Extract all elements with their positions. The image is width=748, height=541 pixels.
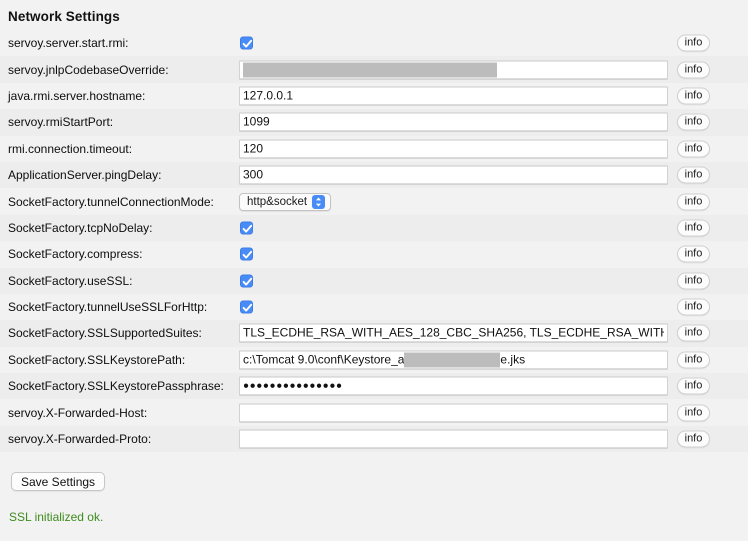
info-button[interactable]: info: [677, 140, 710, 158]
info-button[interactable]: info: [677, 272, 710, 290]
setting-label: servoy.jnlpCodebaseOverride:: [8, 62, 169, 77]
settings-row: servoy.rmiStartPort: 1099 info: [0, 109, 748, 136]
setting-label: servoy.X-Forwarded-Proto:: [8, 432, 152, 447]
setting-checkbox[interactable]: [240, 300, 253, 314]
status-message: SSL initialized ok.: [9, 510, 104, 524]
settings-row: SocketFactory.SSLKeystorePassphrase: ●●●●…: [0, 373, 748, 400]
setting-value: 127.0.0.1: [243, 88, 294, 103]
setting-checkbox[interactable]: [240, 36, 253, 50]
setting-text-input[interactable]: [239, 403, 668, 423]
setting-text-input[interactable]: c:\Tomcat 9.0\conf\Keystore_a e.jks: [239, 350, 668, 370]
path-suffix: e.jks: [500, 352, 526, 367]
setting-control: TLS_ECDHE_RSA_WITH_AES_128_CBC_SHA256, T…: [239, 323, 668, 343]
setting-control: [239, 403, 668, 423]
settings-row: java.rmi.server.hostname: 127.0.0.1 info: [0, 83, 748, 109]
setting-text-input[interactable]: 120: [239, 139, 668, 159]
setting-control: 1099: [239, 112, 668, 132]
setting-label: SocketFactory.SSLSupportedSuites:: [8, 326, 202, 341]
redaction-bar: [243, 62, 497, 78]
setting-checkbox[interactable]: [240, 221, 253, 235]
settings-row: rmi.connection.timeout: 120 info: [0, 136, 748, 162]
info-button[interactable]: info: [677, 61, 710, 79]
tunnel-connection-mode-select[interactable]: http&socket: [239, 192, 331, 211]
info-button[interactable]: info: [677, 87, 710, 105]
settings-row: servoy.server.start.rmi: info: [0, 30, 748, 56]
setting-label: rmi.connection.timeout:: [8, 141, 133, 156]
setting-control: 300: [239, 165, 668, 185]
save-settings-button[interactable]: Save Settings: [11, 472, 106, 491]
info-button[interactable]: info: [677, 34, 710, 52]
setting-value: ●●●●●●●●●●●●●●●: [243, 380, 343, 392]
setting-checkbox[interactable]: [240, 247, 253, 261]
settings-row: SocketFactory.tunnelUseSSLForHttp: info: [0, 294, 748, 320]
setting-label: SocketFactory.useSSL:: [8, 273, 133, 288]
path-prefix: c:\Tomcat 9.0\conf\Keystore_a: [243, 352, 405, 367]
setting-text-input[interactable]: [239, 60, 668, 80]
setting-label: ApplicationServer.pingDelay:: [8, 168, 162, 183]
setting-label: SocketFactory.compress:: [8, 247, 143, 262]
settings-form: servoy.server.start.rmi: info servoy.jnlpC…: [0, 30, 748, 453]
setting-control: ●●●●●●●●●●●●●●●: [239, 376, 668, 396]
network-settings-page: Network Settings servoy.server.start.rmi…: [0, 0, 748, 541]
setting-label: servoy.server.start.rmi:: [8, 36, 129, 51]
info-button[interactable]: info: [677, 298, 710, 316]
setting-control: [239, 60, 668, 80]
setting-label: SocketFactory.SSLKeystorePath:: [8, 352, 186, 367]
setting-control: c:\Tomcat 9.0\conf\Keystore_a e.jks: [239, 350, 668, 370]
setting-value: 120: [243, 141, 264, 156]
setting-label: SocketFactory.tcpNoDelay:: [8, 220, 153, 235]
info-button[interactable]: info: [677, 404, 710, 422]
setting-value: TLS_ECDHE_RSA_WITH_AES_128_CBC_SHA256, T…: [243, 325, 664, 340]
setting-control: [239, 36, 668, 50]
chevron-updown-icon: [312, 194, 326, 209]
settings-row: SocketFactory.compress: info: [0, 241, 748, 267]
setting-control: [239, 429, 668, 449]
select-value: http&socket: [247, 195, 308, 208]
settings-row: servoy.X-Forwarded-Host: info: [0, 399, 748, 425]
setting-label: servoy.X-Forwarded-Host:: [8, 405, 148, 420]
settings-row: SocketFactory.tcpNoDelay: info: [0, 214, 748, 242]
setting-label: java.rmi.server.hostname:: [8, 88, 146, 103]
info-button[interactable]: info: [677, 113, 710, 131]
setting-text-input[interactable]: [239, 429, 668, 449]
setting-checkbox[interactable]: [240, 274, 253, 288]
info-button[interactable]: info: [677, 351, 710, 369]
setting-control: [239, 274, 668, 288]
setting-control: http&socket: [239, 192, 668, 211]
setting-label: SocketFactory.SSLKeystorePassphrase:: [8, 379, 224, 394]
setting-text-input[interactable]: 127.0.0.1: [239, 86, 668, 106]
info-button[interactable]: info: [677, 245, 710, 263]
setting-control: [239, 247, 668, 261]
setting-control: [239, 300, 668, 314]
info-button[interactable]: info: [677, 166, 710, 184]
info-button[interactable]: info: [677, 324, 710, 342]
settings-row: SocketFactory.useSSL: info: [0, 267, 748, 294]
info-button[interactable]: info: [677, 193, 710, 211]
setting-control: 120: [239, 139, 668, 159]
settings-row: ApplicationServer.pingDelay: 300 info: [0, 161, 748, 189]
page-title: Network Settings: [8, 9, 120, 24]
setting-control: 127.0.0.1: [239, 86, 668, 106]
info-button[interactable]: info: [677, 219, 710, 237]
setting-value: 300: [243, 167, 264, 182]
setting-label: servoy.rmiStartPort:: [8, 115, 114, 130]
setting-text-input[interactable]: 300: [239, 165, 668, 185]
settings-row: servoy.X-Forwarded-Proto: info: [0, 425, 748, 453]
redaction-bar: [404, 352, 501, 368]
setting-text-input[interactable]: 1099: [239, 112, 668, 132]
setting-text-input[interactable]: TLS_ECDHE_RSA_WITH_AES_128_CBC_SHA256, T…: [239, 323, 668, 343]
settings-row: SocketFactory.SSLSupportedSuites: TLS_ECD…: [0, 320, 748, 347]
settings-row: SocketFactory.SSLKeystorePath: c:\Tomcat …: [0, 347, 748, 373]
setting-control: [239, 221, 668, 235]
info-button[interactable]: info: [677, 377, 710, 395]
setting-label: SocketFactory.tunnelConnectionMode:: [8, 194, 214, 209]
info-button[interactable]: info: [677, 430, 710, 448]
setting-value: 1099: [243, 114, 270, 129]
setting-text-input[interactable]: ●●●●●●●●●●●●●●●: [239, 376, 668, 396]
settings-row: servoy.jnlpCodebaseOverride: info: [0, 56, 748, 83]
setting-label: SocketFactory.tunnelUseSSLForHttp:: [8, 300, 208, 315]
settings-row: SocketFactory.tunnelConnectionMode: http&…: [0, 188, 748, 214]
